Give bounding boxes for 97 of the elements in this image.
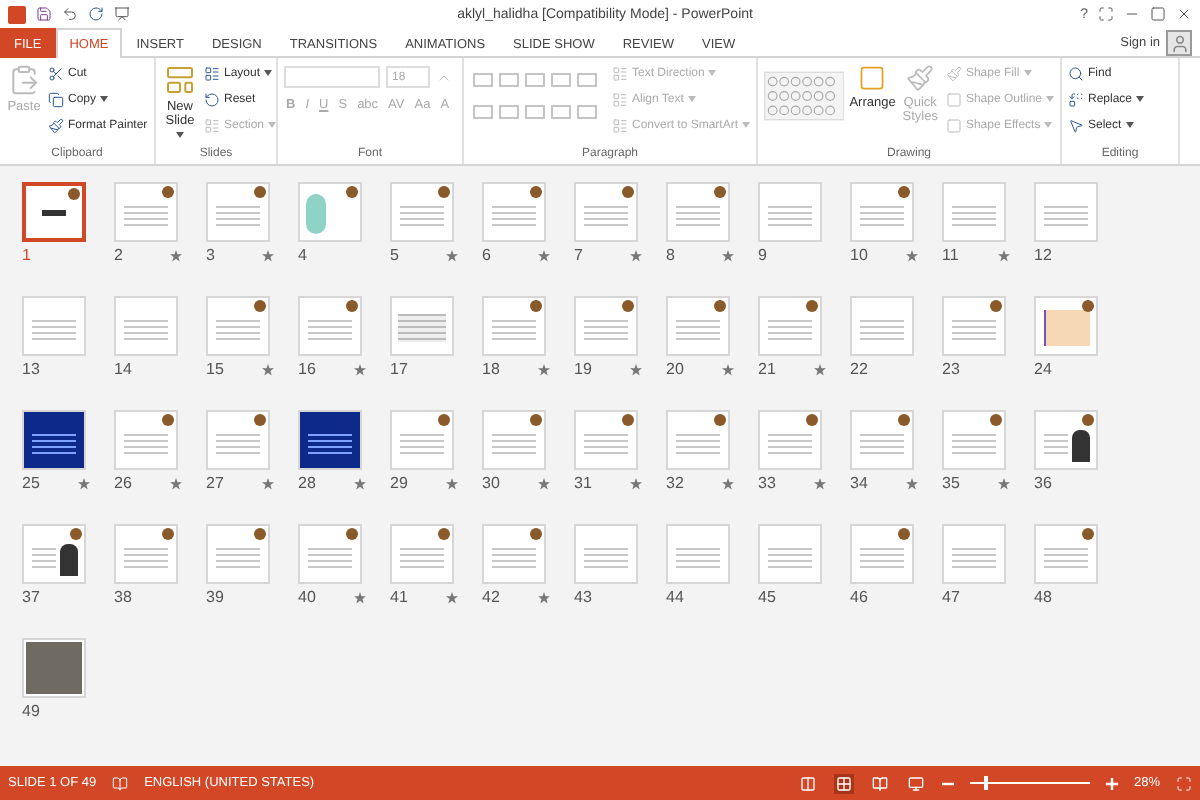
slide-number: 30 [482,474,500,492]
slide-number: 24 [1034,360,1052,378]
view-button[interactable] [797,773,818,793]
undo-icon [62,6,78,22]
slide-number: 16 [298,360,316,378]
slide-number: 37 [22,588,40,606]
view-button[interactable] [833,773,854,793]
slide-number: 25 [22,474,40,492]
redo-icon [88,6,104,22]
slide-number: 10 [850,246,868,264]
fill-icon [945,65,962,81]
app-logo-icon [8,5,26,23]
slide-number: 36 [1034,474,1052,492]
slide-number: 48 [1034,588,1052,606]
pointer-icon [1068,117,1084,133]
slide-number: 35 [942,474,960,492]
reset-icon [204,91,220,107]
slide-number: 47 [942,588,960,606]
slide-number: 7 [574,246,583,264]
outline-icon [945,91,962,107]
slide-number: 33 [758,474,776,492]
title-text-mark [42,210,66,216]
slide-number: 2 [114,246,123,264]
slide-number: 23 [942,360,960,378]
slide-number: 8 [666,246,675,264]
align-text-icon [611,91,628,107]
section-icon [204,117,220,133]
slide-number: 19 [574,360,592,378]
slide-number: 44 [666,588,684,606]
slide-number: 17 [390,360,408,378]
save-icon [36,6,52,22]
person-silhouette [1072,430,1090,462]
view-button[interactable] [905,773,926,793]
slide-number: 14 [114,360,132,378]
slide-number: 21 [758,360,776,378]
search-icon [1068,65,1084,81]
slide-icon [164,64,196,96]
slide-number: 46 [850,588,868,606]
text-lines [1044,430,1068,458]
slide-number: 26 [114,474,132,492]
zoom-out-icon[interactable] [941,777,954,789]
slide-number: 38 [114,588,132,606]
table-drawing [398,314,446,342]
layout-icon [204,65,220,81]
slide-number: 28 [298,474,316,492]
slide-number: 41 [390,588,408,606]
slide-number: 40 [298,588,316,606]
circle-drawing [306,194,326,234]
slide-number: 11 [942,246,959,264]
close-icon [1176,6,1192,22]
chart-drawing [1044,310,1090,346]
effects-icon [945,117,962,133]
presentation-icon [114,6,130,22]
slide-number: 31 [574,474,592,492]
slide-number: 49 [22,702,40,720]
brush-icon [906,64,935,92]
maximize-icon [1150,6,1166,22]
text-lines [32,544,56,572]
slide-thumbnail[interactable] [22,182,86,242]
slide-number: 9 [758,246,767,264]
font-name-field[interactable] [284,66,380,88]
slide-number: 4 [298,246,307,264]
person-silhouette [60,544,78,576]
slide-number: 6 [482,246,491,264]
slide-number: 15 [206,360,224,378]
scissors-icon [48,65,64,81]
fit-window-icon [1176,775,1192,791]
slide-number: 13 [22,360,40,378]
notes-icon [112,775,129,791]
copy-icon [48,91,64,107]
slide-number: 1 [22,246,31,264]
paintbrush-icon [48,117,64,133]
arrange-icon [858,64,887,92]
slide-number: 22 [850,360,868,378]
slide-number: 29 [390,474,408,492]
slide-number: 27 [206,474,224,492]
slide-number: 18 [482,360,500,378]
clipboard-icon [8,64,40,96]
slide-number: 32 [666,474,684,492]
slide-number: 34 [850,474,868,492]
slide-number: 39 [206,588,224,606]
slide-number: 3 [206,246,215,264]
photo-placeholder [26,642,82,694]
smartart-icon [611,117,628,133]
ribbon-display-icon [1098,6,1114,22]
slide-number: 42 [482,588,500,606]
caret-icon [176,132,184,138]
zoom-in-icon[interactable] [1105,777,1118,789]
slide-number: 20 [666,360,684,378]
text-direction-icon [611,65,628,81]
slide-number: 43 [574,588,592,606]
user-avatar-icon[interactable] [1166,29,1192,55]
slide-number: 45 [758,588,776,606]
slide-number: 12 [1034,246,1052,264]
zoom-slider-thumb[interactable] [984,776,989,790]
view-button[interactable] [869,773,890,793]
slide-number: 5 [390,246,399,264]
